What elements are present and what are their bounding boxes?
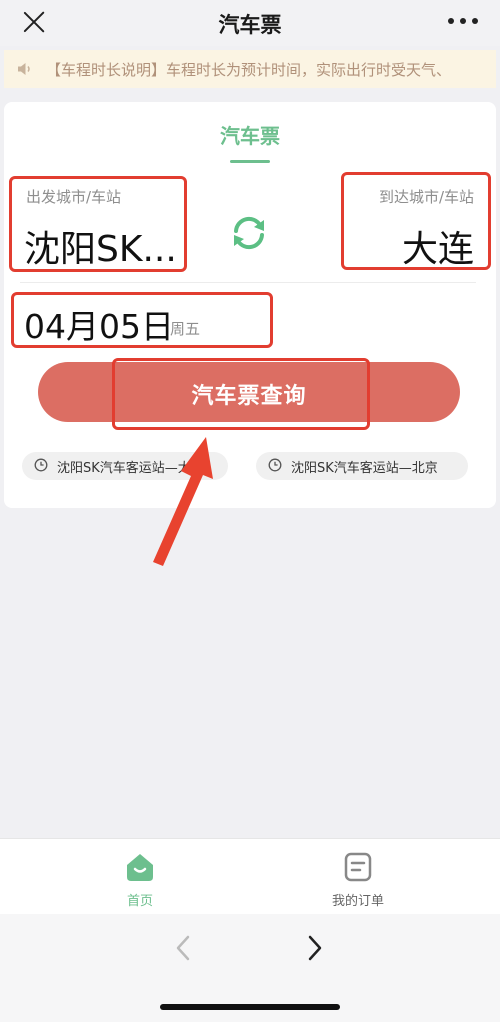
notice-text: 【车程时长说明】车程时长为预计时间，实际出行时受天气、	[46, 61, 452, 79]
tab-underline	[230, 160, 270, 163]
top-bar: 汽车票	[0, 0, 500, 46]
annotation-box-search	[112, 358, 370, 430]
swap-icon[interactable]	[228, 212, 270, 254]
tab-bus-tickets[interactable]: 汽车票	[4, 120, 496, 149]
notice-banner[interactable]: 【车程时长说明】车程时长为预计时间，实际出行时受天气、	[4, 50, 496, 88]
history-chip[interactable]: 沈阳SK汽车客运站—北京	[256, 452, 468, 480]
history-chip-label: 沈阳SK汽车客运站—大连	[57, 461, 204, 476]
home-indicator	[160, 1004, 340, 1010]
annotation-box-date	[11, 292, 273, 348]
back-arrow-icon[interactable]	[172, 934, 194, 962]
orders-icon	[344, 852, 372, 882]
clock-icon	[268, 458, 282, 472]
bottom-nav: 首页 我的订单	[0, 838, 500, 914]
divider	[20, 282, 476, 283]
annotation-box-departure	[9, 176, 187, 272]
home-icon	[127, 854, 153, 881]
nav-item-home[interactable]: 首页	[15, 839, 265, 915]
forward-arrow-icon[interactable]	[304, 934, 326, 962]
nav-label-orders: 我的订单	[331, 894, 384, 909]
history-chip-label: 沈阳SK汽车客运站—北京	[291, 461, 438, 476]
page-title: 汽车票	[218, 13, 282, 37]
clock-icon	[34, 458, 48, 472]
annotation-box-arrival	[341, 172, 491, 270]
speaker-icon	[18, 63, 30, 75]
history-chip[interactable]: 沈阳SK汽车客运站—大连	[22, 452, 228, 480]
nav-item-orders[interactable]: 我的订单	[233, 839, 483, 915]
more-options-icon[interactable]	[448, 17, 478, 25]
nav-label-home: 首页	[126, 894, 153, 909]
